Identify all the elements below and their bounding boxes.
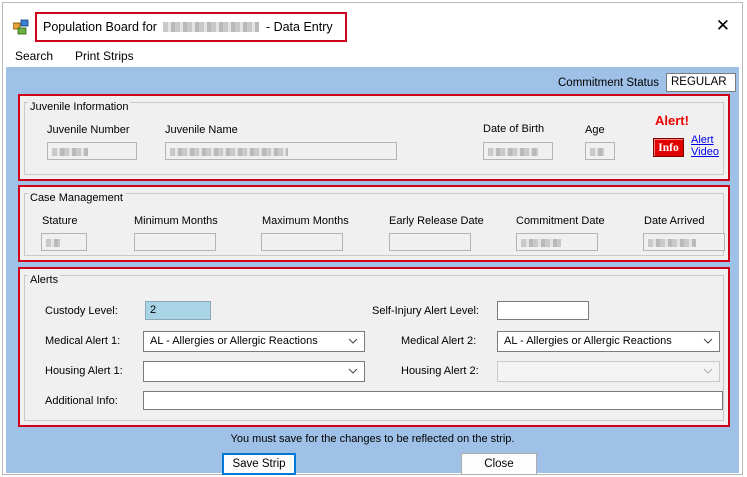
- redacted-facility-name: [163, 22, 260, 32]
- age-field: [585, 142, 615, 160]
- form-body: Commitment Status REGULAR Juvenile Infor…: [6, 67, 739, 475]
- additional-info-label: Additional Info:: [45, 395, 118, 407]
- date-arrived-field: [643, 233, 725, 251]
- juvenile-name-field: [165, 142, 397, 160]
- commitment-status-label: Commitment Status: [558, 77, 659, 89]
- case-management-section: Case Management Stature Minimum Months M…: [18, 185, 730, 262]
- minimum-months-label: Minimum Months: [134, 215, 218, 227]
- alert-title: Alert!: [655, 113, 689, 128]
- maximum-months-field: [261, 233, 343, 251]
- self-injury-alert-level-label: Self-Injury Alert Level:: [372, 305, 479, 317]
- menu-print-strips[interactable]: Print Strips: [75, 49, 134, 63]
- title-prefix: Population Board for: [43, 20, 157, 34]
- medical-alert-1-select[interactable]: AL - Allergies or Allergic Reactions: [143, 331, 365, 352]
- commitment-status-value: REGULAR: [666, 73, 736, 92]
- commitment-date-label: Commitment Date: [516, 215, 605, 227]
- juvenile-information-legend: Juvenile Information: [28, 101, 131, 113]
- medical-alert-2-select[interactable]: AL - Allergies or Allergic Reactions: [497, 331, 720, 352]
- housing-alert-2-label: Housing Alert 2:: [401, 365, 479, 377]
- housing-alert-1-label: Housing Alert 1:: [45, 365, 123, 377]
- age-label: Age: [585, 124, 605, 136]
- medical-alert-2-label: Medical Alert 2:: [401, 335, 477, 347]
- self-injury-alert-level-input[interactable]: [497, 301, 589, 320]
- juvenile-name-label: Juvenile Name: [165, 124, 238, 136]
- juvenile-information-section: Juvenile Information Juvenile Number Juv…: [18, 94, 730, 181]
- save-strip-button[interactable]: Save Strip: [222, 453, 296, 475]
- date-of-birth-label: Date of Birth: [483, 123, 545, 135]
- case-management-legend: Case Management: [28, 192, 125, 204]
- case-management-groupbox: Case Management: [24, 192, 724, 256]
- menu-bar: Search Print Strips: [3, 43, 742, 67]
- chevron-down-icon: [348, 338, 358, 344]
- chevron-down-icon: [348, 368, 358, 374]
- menu-search[interactable]: Search: [15, 49, 53, 63]
- custody-level-label: Custody Level:: [45, 305, 118, 317]
- save-notice: You must save for the changes to be refl…: [230, 433, 515, 445]
- title-bar: Population Board for - Data Entry ✕: [3, 3, 742, 43]
- minimum-months-field: [134, 233, 216, 251]
- medical-alert-1-label: Medical Alert 1:: [45, 335, 121, 347]
- chevron-down-icon: [703, 368, 713, 374]
- title-suffix: - Data Entry: [265, 20, 333, 34]
- stature-field: [41, 233, 87, 251]
- early-release-date-field: [389, 233, 471, 251]
- additional-info-input[interactable]: [143, 391, 723, 410]
- medical-alert-1-value: AL - Allergies or Allergic Reactions: [150, 335, 318, 347]
- data-entry-window: Population Board for - Data Entry ✕ Sear…: [2, 2, 743, 475]
- alert-video-link[interactable]: Alert Video: [691, 134, 723, 158]
- early-release-date-label: Early Release Date: [389, 215, 484, 227]
- chevron-down-icon: [703, 338, 713, 344]
- close-icon[interactable]: ✕: [716, 17, 730, 34]
- alerts-section: Alerts Custody Level: 2 Self-Injury Aler…: [18, 267, 730, 427]
- medical-alert-2-value: AL - Allergies or Allergic Reactions: [504, 335, 672, 347]
- juvenile-number-label: Juvenile Number: [47, 124, 130, 136]
- date-arrived-label: Date Arrived: [644, 215, 705, 227]
- info-button[interactable]: Info: [653, 138, 684, 157]
- housing-alert-1-select[interactable]: [143, 361, 365, 382]
- housing-alert-2-select[interactable]: [497, 361, 720, 382]
- close-button[interactable]: Close: [461, 453, 537, 475]
- window-title: Population Board for - Data Entry: [35, 12, 347, 42]
- maximum-months-label: Maximum Months: [262, 215, 349, 227]
- date-of-birth-field: [483, 142, 553, 160]
- juvenile-number-field: [47, 142, 137, 160]
- app-icon: [13, 19, 29, 35]
- commitment-date-field: [516, 233, 598, 251]
- stature-label: Stature: [42, 215, 78, 227]
- juvenile-information-groupbox: Juvenile Information: [24, 101, 724, 175]
- custody-level-field[interactable]: 2: [145, 301, 211, 320]
- alerts-legend: Alerts: [28, 274, 61, 286]
